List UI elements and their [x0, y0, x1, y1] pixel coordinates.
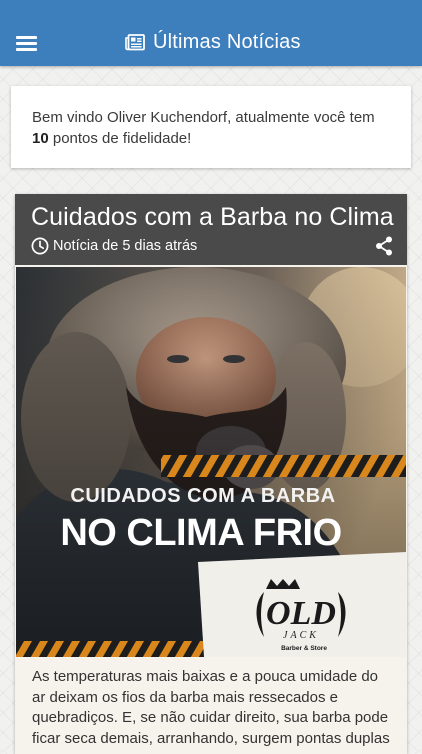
news-card[interactable]: Cuidados com a Barba no Clima Notícia de… — [15, 194, 407, 754]
news-excerpt: As temperaturas mais baixas e a pouca um… — [32, 668, 390, 754]
share-icon[interactable] — [375, 236, 393, 256]
menu-icon-bar-middle — [16, 42, 37, 45]
page-title-text: Últimas Notícias — [153, 30, 301, 53]
loyalty-points-value: 10 — [32, 130, 49, 147]
logo-jack: JACK — [283, 630, 319, 641]
crown-icon — [266, 579, 300, 589]
news-date: Notícia de 5 dias atrás — [53, 238, 198, 254]
news-image[interactable]: CUIDADOS COM A BARBA NO CLIMA FRIO OLD J… — [16, 267, 406, 657]
logo-tagline: Barber & Store — [281, 645, 327, 652]
news-meta: Notícia de 5 dias atrás — [31, 237, 197, 255]
welcome-text-suffix: pontos de fidelidade! — [48, 130, 192, 147]
app-bar: Últimas Notícias — [0, 0, 422, 66]
welcome-text: Bem vindo Oliver Kuchendorf, atualmente … — [32, 109, 375, 126]
page-title: Últimas Notícias — [125, 28, 301, 56]
news-image-artwork: CUIDADOS COM A BARBA NO CLIMA FRIO OLD J… — [16, 267, 406, 657]
image-headline-line1: CUIDADOS COM A BARBA — [70, 485, 335, 507]
welcome-card: Bem vindo Oliver Kuchendorf, atualmente … — [11, 86, 411, 168]
menu-icon-bar-bottom — [16, 48, 37, 51]
news-header: Cuidados com a Barba no Clima Notícia de… — [15, 194, 407, 265]
menu-button[interactable] — [12, 29, 42, 55]
newspaper-icon — [125, 33, 145, 50]
menu-icon-bar-top — [16, 36, 37, 39]
clock-icon — [31, 237, 49, 255]
logo-old: OLD — [266, 595, 336, 632]
news-title[interactable]: Cuidados com a Barba no Clima — [31, 203, 394, 232]
image-headline-line2: NO CLIMA FRIO — [60, 512, 341, 554]
